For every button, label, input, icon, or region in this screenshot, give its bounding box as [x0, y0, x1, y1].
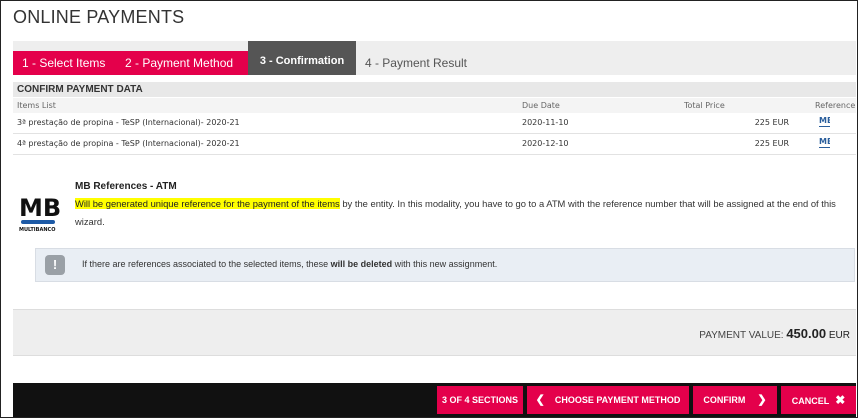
payment-value-label: PAYMENT VALUE: — [699, 330, 787, 341]
warning-note: ! If there are references associated to … — [35, 248, 855, 282]
table-header: Items List Due Date Total Price Referenc… — [13, 98, 856, 113]
tab-select-items[interactable]: 1 - Select Items — [22, 51, 105, 75]
item-name: 4ª prestação de propina - TeSP (Internac… — [17, 139, 240, 148]
chevron-right-icon: ❯ — [757, 394, 767, 406]
table-row: 3ª prestação de propina - TeSP (Internac… — [13, 113, 856, 134]
item-price: 225 EUR — [754, 139, 789, 148]
tab-group-completed: 1 - Select Items 2 - Payment Method — [13, 51, 248, 75]
item-name: 3ª prestação de propina - TeSP (Internac… — [17, 118, 240, 127]
chevron-left-icon: ❮ — [535, 394, 545, 406]
item-due-date: 2020-12-10 — [522, 139, 569, 148]
multibanco-logo: MB MULTIBANCO — [17, 188, 61, 234]
confirm-button[interactable]: CONFIRM ❯ — [693, 386, 777, 414]
mb-logo-text: MB — [19, 194, 61, 222]
column-header-total-price: Total Price — [684, 101, 725, 110]
cancel-button[interactable]: CANCEL ✖ — [781, 386, 856, 414]
payment-value: PAYMENT VALUE: 450.00 EUR — [699, 326, 850, 341]
section-title: CONFIRM PAYMENT DATA — [13, 82, 856, 97]
item-price: 225 EUR — [754, 118, 789, 127]
wizard-tabs: 1 - Select Items 2 - Payment Method 3 - … — [13, 41, 856, 75]
tab-confirmation[interactable]: 3 - Confirmation — [248, 41, 356, 75]
mb-reference-icon[interactable]: MB — [819, 134, 830, 154]
footer-bar: 3 OF 4 SECTIONS ❮ CHOOSE PAYMENT METHOD C… — [13, 383, 856, 417]
exclamation-icon: ! — [45, 255, 65, 275]
tab-payment-result: 4 - Payment Result — [364, 56, 468, 70]
items-table: Items List Due Date Total Price Referenc… — [13, 98, 856, 155]
mb-references-title: MB References - ATM — [75, 181, 177, 192]
mb-logo-subtext: MULTIBANCO — [19, 227, 55, 233]
highlighted-text: Will be generated unique reference for t… — [75, 198, 340, 209]
choose-payment-method-button[interactable]: ❮ CHOOSE PAYMENT METHOD — [527, 386, 689, 414]
svg-text:MB: MB — [819, 137, 830, 145]
tab-payment-method[interactable]: 2 - Payment Method — [125, 51, 233, 75]
svg-text:MB: MB — [819, 116, 830, 124]
column-header-due-date: Due Date — [522, 101, 560, 110]
payment-summary: PAYMENT VALUE: 450.00 EUR — [13, 309, 856, 356]
sections-indicator: 3 OF 4 SECTIONS — [437, 386, 523, 414]
payment-value-amount: 450.00 — [786, 326, 827, 341]
mb-reference-icon[interactable]: MB — [819, 113, 830, 133]
table-row: 4ª prestação de propina - TeSP (Internac… — [13, 134, 856, 155]
column-header-items: Items List — [17, 101, 56, 110]
close-icon: ✖ — [835, 393, 846, 407]
note-text: If there are references associated to th… — [82, 259, 498, 269]
column-header-reference: Reference — [815, 101, 856, 110]
mb-description: Will be generated unique reference for t… — [75, 195, 850, 231]
page-title: ONLINE PAYMENTS — [13, 7, 185, 27]
item-due-date: 2020-11-10 — [522, 118, 569, 127]
